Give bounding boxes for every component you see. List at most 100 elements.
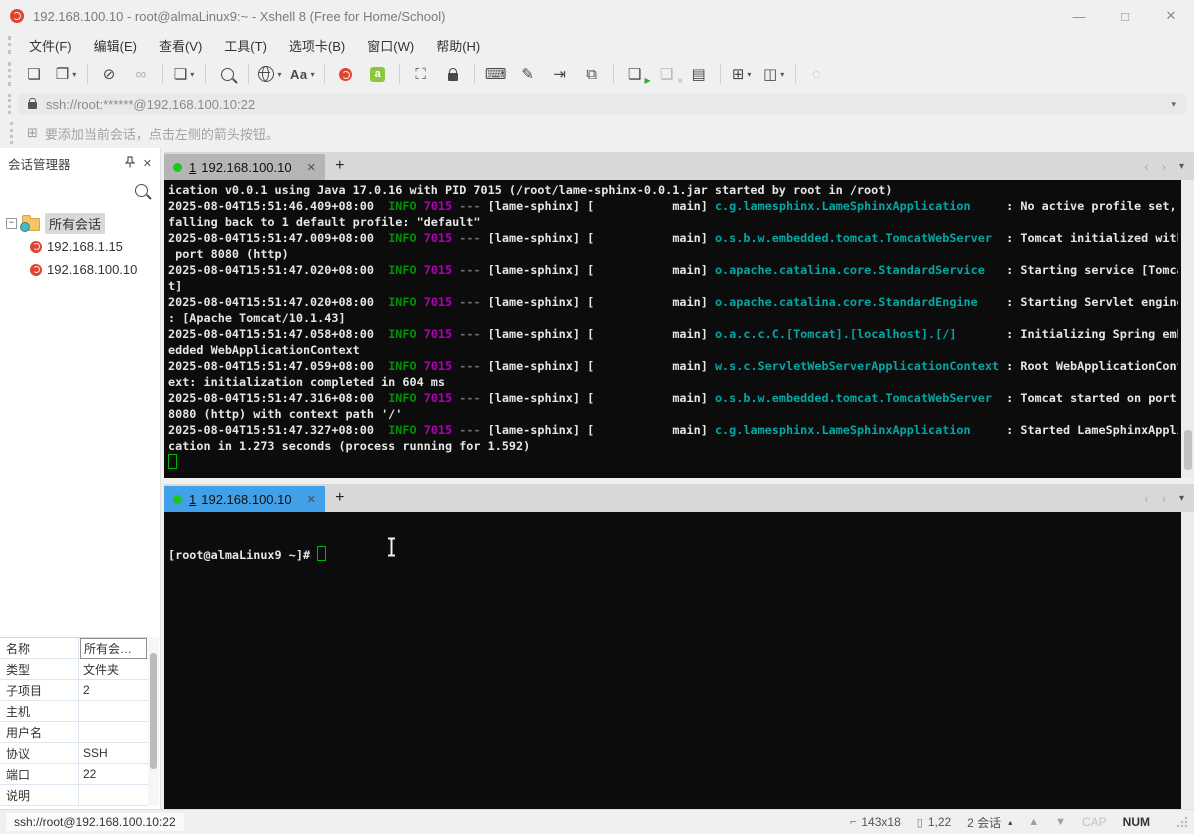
menu-item[interactable]: 窗口(W)	[356, 36, 425, 57]
tree-root-label[interactable]: 所有会话	[45, 213, 106, 234]
sessions-dropdown-icon[interactable]: ▴	[1008, 818, 1012, 827]
property-value[interactable]: 所有会…	[80, 637, 147, 659]
menu-item[interactable]: 文件(F)	[18, 36, 83, 57]
tab-scroll-right-icon[interactable]: ›	[1162, 159, 1166, 174]
menu-grip[interactable]	[8, 36, 11, 54]
terminal-2[interactable]: [root@almaLinux9 ~]#	[164, 512, 1194, 810]
find-button[interactable]	[211, 62, 243, 86]
dropdown-caret-icon[interactable]: ▾	[190, 70, 194, 79]
tab-close-icon[interactable]: ✕	[307, 161, 316, 174]
new-session-button[interactable]: ❏	[18, 62, 50, 86]
menu-item[interactable]: 工具(T)	[213, 36, 278, 57]
layout-button[interactable]: ◫ ▾	[758, 62, 790, 86]
scroll-up-icon[interactable]: ▲	[1028, 816, 1039, 828]
fullscreen-button[interactable]: ⛶	[405, 62, 437, 86]
terminal1-scrollbar[interactable]	[1181, 180, 1194, 478]
xshell-icon	[339, 67, 353, 81]
property-value[interactable]: 22	[80, 766, 147, 782]
session-label: 192.168.1.15	[47, 239, 123, 254]
new-tab-button[interactable]: +	[325, 489, 355, 507]
scroll-buffer-button[interactable]: ⧉	[576, 62, 608, 86]
pane2-tab[interactable]: 1 192.168.100.10 ✕	[164, 486, 325, 512]
tab-scroll-left-icon[interactable]: ‹	[1144, 491, 1148, 506]
session-icon	[30, 240, 42, 253]
dropdown-caret-icon[interactable]: ▾	[72, 70, 76, 79]
disconnect-button[interactable]: ⊘	[93, 62, 125, 86]
terminal2-scrollbar[interactable]	[1181, 512, 1194, 810]
terminal-1[interactable]: ication v0.0.1 using Java 17.0.16 with P…	[164, 180, 1194, 478]
toolbar-grip[interactable]	[8, 62, 11, 86]
property-value[interactable]	[80, 710, 147, 712]
address-grip[interactable]	[8, 94, 11, 114]
pane1-tab[interactable]: 1 192.168.100.10 ✕	[164, 154, 325, 180]
session-properties-button[interactable]: ❏ ▾	[168, 62, 200, 86]
pin-icon[interactable]	[124, 155, 136, 171]
font-button[interactable]: Aa ▾	[286, 62, 319, 86]
menu-item[interactable]: 查看(V)	[148, 36, 213, 57]
dropdown-caret-icon[interactable]: ▾	[277, 70, 281, 79]
properties-scrollbar-thumb[interactable]	[150, 653, 157, 769]
tab-scroll-left-icon[interactable]: ‹	[1144, 159, 1148, 174]
session-search-row[interactable]	[0, 176, 160, 204]
window-title: 192.168.100.10 - root@almaLinux9:~ - Xsh…	[33, 8, 446, 24]
status-session-count[interactable]: 2 会话 ▴	[967, 814, 1012, 831]
run-script-button[interactable]: ❏ ▶	[619, 62, 651, 86]
toolbar-separator	[612, 64, 614, 84]
property-label: 名称	[0, 638, 79, 658]
dropdown-caret-icon[interactable]: ▾	[311, 70, 315, 79]
property-value[interactable]	[80, 794, 147, 796]
session-manager-panel: 会话管理器 ✕ − 所有会话 192.168.1.15 192.168.100.1…	[0, 148, 161, 810]
tree-root-row[interactable]: − 所有会话	[6, 212, 160, 235]
session-icon	[30, 263, 42, 276]
virtual-keyboard-icon: ⌨	[484, 66, 507, 83]
toolbar-separator	[398, 64, 400, 84]
new-tab-button[interactable]: +	[325, 157, 355, 175]
menu-item[interactable]: 选项卡(B)	[278, 36, 356, 57]
tab-list-icon[interactable]: ▾	[1179, 161, 1184, 172]
property-label: 子项目	[0, 680, 79, 700]
minimize-button[interactable]: —	[1056, 1, 1102, 31]
property-value[interactable]	[80, 731, 147, 733]
collapse-icon[interactable]: −	[6, 218, 17, 229]
maximize-button[interactable]: □	[1102, 1, 1148, 31]
menu-item[interactable]: 帮助(H)	[425, 36, 491, 57]
font-icon: Aa	[290, 66, 308, 82]
log-button[interactable]: ▤	[683, 62, 715, 86]
terminal1-scrollbar-thumb[interactable]	[1184, 430, 1192, 470]
logout-icon: ⇥	[553, 66, 566, 83]
property-value[interactable]: 文件夹	[80, 660, 147, 679]
property-row: 协议 SSH	[0, 743, 148, 764]
property-value[interactable]: SSH	[80, 745, 147, 761]
tab-close-icon[interactable]: ✕	[307, 493, 316, 506]
dropdown-caret-icon[interactable]: ▾	[780, 70, 784, 79]
status-cursor-position: ▯ 1,22	[916, 815, 952, 829]
panel-close-icon[interactable]: ✕	[143, 157, 152, 170]
dropdown-caret-icon[interactable]: ▾	[747, 70, 751, 79]
property-row: 用户名	[0, 722, 148, 743]
encoding-globe-icon	[258, 66, 275, 82]
tab-list-icon[interactable]: ▾	[1179, 493, 1184, 504]
xshell-button[interactable]	[330, 62, 362, 86]
property-value[interactable]: 2	[80, 682, 147, 698]
hint-grip[interactable]	[10, 122, 13, 144]
lock-screen-button[interactable]	[437, 62, 469, 86]
close-button[interactable]: ✕	[1148, 1, 1194, 31]
resize-grip[interactable]	[1176, 816, 1188, 828]
address-value: ssh://root:******@192.168.100.10:22	[46, 96, 256, 112]
virtual-keyboard-button[interactable]: ⌨	[480, 62, 512, 86]
session-item-192.168.1.15[interactable]: 192.168.1.15	[6, 235, 160, 258]
properties-scrollbar[interactable]	[148, 637, 159, 805]
open-session-button[interactable]: ❐ ▾	[50, 62, 82, 86]
session-item-192.168.100.10[interactable]: 192.168.100.10	[6, 258, 160, 281]
search-icon[interactable]	[135, 183, 148, 197]
tab-scroll-right-icon[interactable]: ›	[1162, 491, 1166, 506]
xftp-button[interactable]: a	[362, 62, 394, 86]
menu-item[interactable]: 编辑(E)	[83, 36, 148, 57]
encoding-globe-button[interactable]: ▾	[254, 62, 286, 86]
scroll-down-icon[interactable]: ▼	[1055, 816, 1066, 828]
new-tab-button[interactable]: ⊞ ▾	[726, 62, 758, 86]
address-input[interactable]: ssh://root:******@192.168.100.10:22 ▾	[18, 93, 1186, 115]
compose-button[interactable]: ✎	[512, 62, 544, 86]
address-dropdown-icon[interactable]: ▾	[1171, 99, 1176, 110]
logout-button[interactable]: ⇥	[544, 62, 576, 86]
